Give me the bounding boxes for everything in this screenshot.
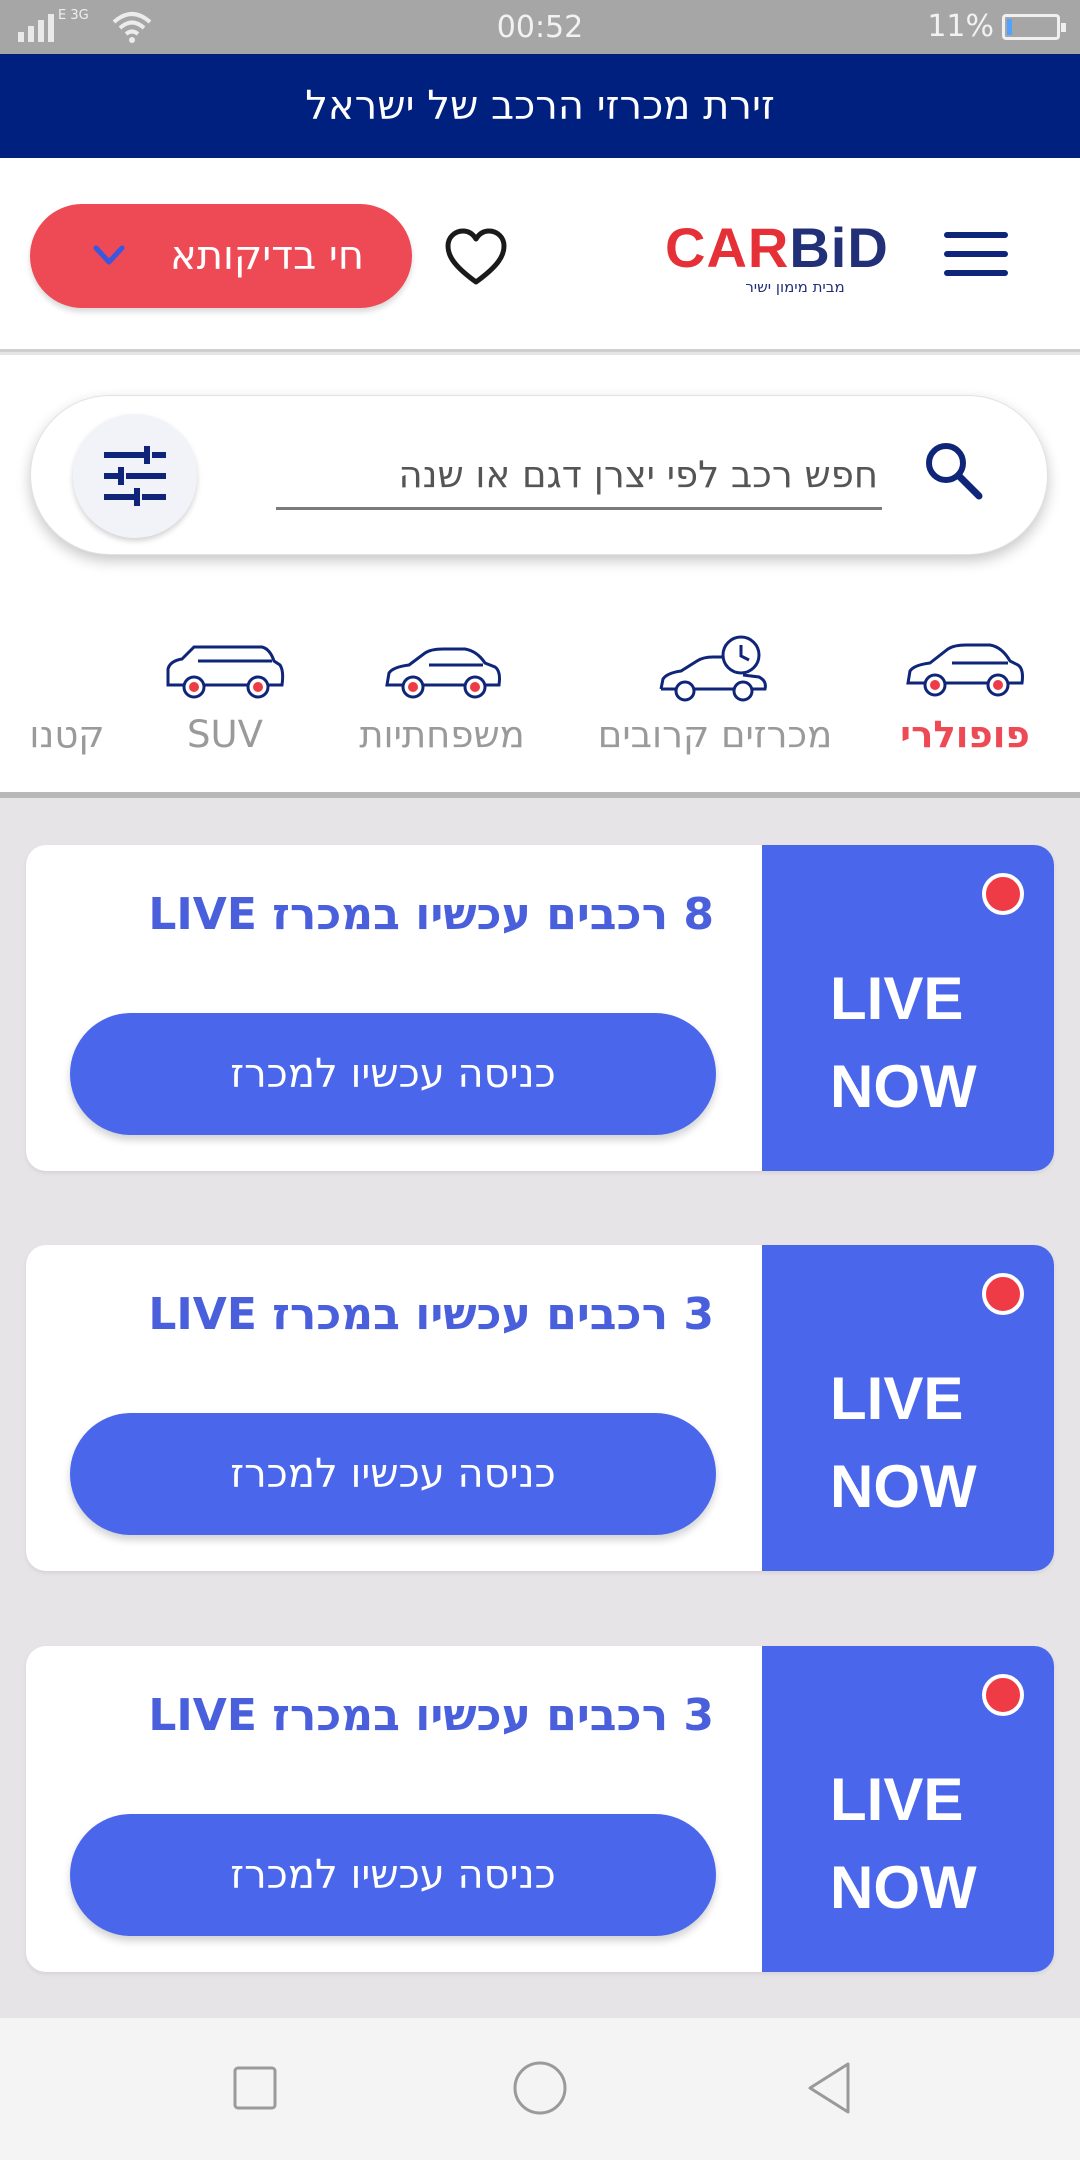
car-clock-icon (659, 635, 767, 702)
live-indicator-dot (982, 1273, 1024, 1315)
auction-card[interactable]: LIVE NOW 3 רכבים עכשיו במכרז LIVE כניסה … (26, 1245, 1054, 1571)
favorites-heart-icon[interactable] (444, 228, 508, 288)
category-divider (0, 792, 1080, 798)
status-bar: E 3G 00:52 11% (0, 0, 1080, 54)
auction-title: 8 רכבים עכשיו במכרז LIVE (148, 889, 714, 940)
category-small[interactable]: קטנו (22, 635, 112, 765)
category-label: משפחתיות (359, 713, 525, 756)
home-circle-icon[interactable] (510, 2058, 570, 2118)
enter-auction-button[interactable]: כניסה עכשיו למכרז (70, 1814, 716, 1936)
search-icon[interactable] (919, 436, 989, 506)
live-now-panel: LIVE NOW (762, 1646, 1054, 1972)
auction-title: 3 רכבים עכשיו במכרז LIVE (148, 1289, 714, 1340)
back-triangle-icon[interactable] (800, 2058, 860, 2118)
category-suv[interactable]: SUV (160, 635, 290, 765)
category-label: קטנו (29, 713, 105, 756)
enter-auction-button[interactable]: כניסה עכשיו למכרז (70, 1413, 716, 1535)
search-section: פופולרי מכרזים קרובים משפחתיות SUV (0, 355, 1080, 798)
logo-tagline: מבית מימון ישיר (745, 278, 845, 296)
family-car-icon (385, 647, 501, 699)
filter-sliders-icon (104, 446, 166, 506)
live-now-panel: LIVE NOW (762, 1245, 1054, 1571)
suv-car-icon (166, 645, 285, 699)
menu-icon[interactable] (944, 232, 1008, 278)
now-label: NOW (830, 1453, 977, 1520)
sedan-car-icon (906, 643, 1024, 697)
search-bar (30, 395, 1048, 555)
top-banner: זירת מכרזי הרכב של ישראל (0, 54, 1080, 158)
category-upcoming-auctions[interactable]: מכרזים קרובים (585, 635, 845, 765)
category-popular[interactable]: פופולרי (880, 635, 1050, 765)
now-label: NOW (830, 1053, 977, 1120)
account-dropdown-button[interactable]: חי בדיקותא (30, 204, 412, 308)
live-indicator-dot (982, 873, 1024, 915)
search-input[interactable] (276, 442, 882, 510)
auction-title: 3 רכבים עכשיו במכרז LIVE (148, 1690, 714, 1741)
clock: 00:52 (496, 10, 584, 45)
live-label: LIVE (830, 1365, 964, 1432)
account-label: חי בדיקותא (169, 233, 364, 279)
chevron-down-icon (93, 245, 125, 265)
live-label: LIVE (830, 1766, 964, 1833)
auction-card[interactable]: LIVE NOW 3 רכבים עכשיו במכרז LIVE כניסה … (26, 1646, 1054, 1972)
auction-card[interactable]: LIVE NOW 8 רכבים עכשיו במכרז LIVE כניסה … (26, 845, 1054, 1171)
now-label: NOW (830, 1854, 977, 1921)
battery-icon (1002, 14, 1066, 40)
category-label: פופולרי (900, 713, 1030, 756)
system-nav-bar (0, 2018, 1080, 2160)
live-label: LIVE (830, 965, 964, 1032)
app-header: CARBiD מבית מימון ישיר חי בדיקותא (0, 158, 1080, 352)
carbid-logo[interactable]: CARBiD מבית מימון ישיר (665, 220, 895, 300)
live-indicator-dot (982, 1674, 1024, 1716)
filter-button[interactable] (73, 414, 197, 538)
category-label: מכרזים קרובים (597, 713, 833, 756)
logo-text-bid: BiD (789, 216, 889, 279)
battery-percent: 11% (927, 9, 994, 44)
recents-square-icon[interactable] (225, 2058, 285, 2118)
logo-text-car: CAR (665, 216, 790, 279)
category-label: SUV (187, 713, 263, 756)
category-family[interactable]: משפחתיות (342, 635, 542, 765)
live-now-panel: LIVE NOW (762, 845, 1054, 1171)
enter-auction-button[interactable]: כניסה עכשיו למכרז (70, 1013, 716, 1135)
